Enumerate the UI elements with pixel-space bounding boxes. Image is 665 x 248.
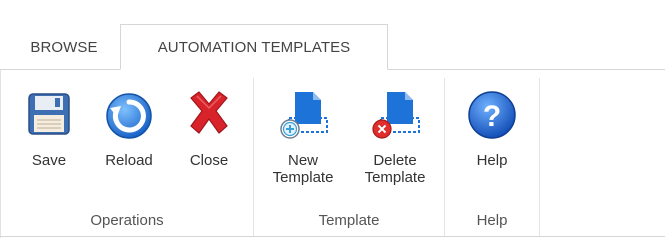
new-template-icon (280, 92, 328, 139)
ribbon-bottom-border (0, 236, 665, 237)
delete-template-label-line1: Delete (373, 152, 417, 169)
help-button-label: Help (476, 152, 508, 169)
delete-template-label: Delete Template (350, 152, 440, 186)
tab-browse[interactable]: BROWSE (12, 24, 116, 70)
delete-template-button[interactable]: Delete Template (350, 70, 440, 205)
group-separator (539, 78, 540, 236)
group-operations-label: Operations (90, 212, 164, 229)
svg-text:?: ? (483, 100, 501, 133)
new-template-label-line2: Template (272, 169, 334, 186)
tab-bar: BROWSE AUTOMATION TEMPLATES (0, 0, 665, 70)
save-button-label: Save (31, 152, 67, 169)
floppy-disk-icon (28, 93, 70, 135)
reload-button[interactable]: Reload (93, 70, 165, 205)
tab-automation-templates-label: AUTOMATION TEMPLATES (157, 38, 351, 56)
delete-template-label-line2: Template (364, 169, 426, 186)
group-help-label: Help (476, 212, 508, 229)
group-template-label: Template (318, 212, 380, 229)
save-button[interactable]: Save (15, 70, 83, 205)
group-help: ? Help Help (445, 70, 539, 236)
close-button[interactable]: Close (173, 70, 245, 205)
help-icon: ? (468, 91, 516, 139)
delete-template-icon (372, 92, 420, 139)
new-template-button[interactable]: New Template (262, 70, 344, 205)
group-operations: Save Reload Close Operations (1, 70, 253, 236)
close-button-label: Close (189, 152, 229, 169)
tab-browse-label: BROWSE (30, 38, 98, 56)
group-template: New Template Delete Template Template (254, 70, 444, 236)
red-x-close-icon (190, 91, 228, 134)
help-button[interactable]: ? Help (457, 70, 527, 205)
reload-button-label: Reload (105, 152, 153, 169)
new-template-label-line1: New (287, 152, 318, 169)
new-template-label: New Template (262, 152, 344, 186)
ribbon: Save Reload Close Operations New Templat… (0, 70, 665, 238)
tab-automation-templates[interactable]: AUTOMATION TEMPLATES (120, 24, 388, 70)
reload-icon (106, 93, 152, 139)
